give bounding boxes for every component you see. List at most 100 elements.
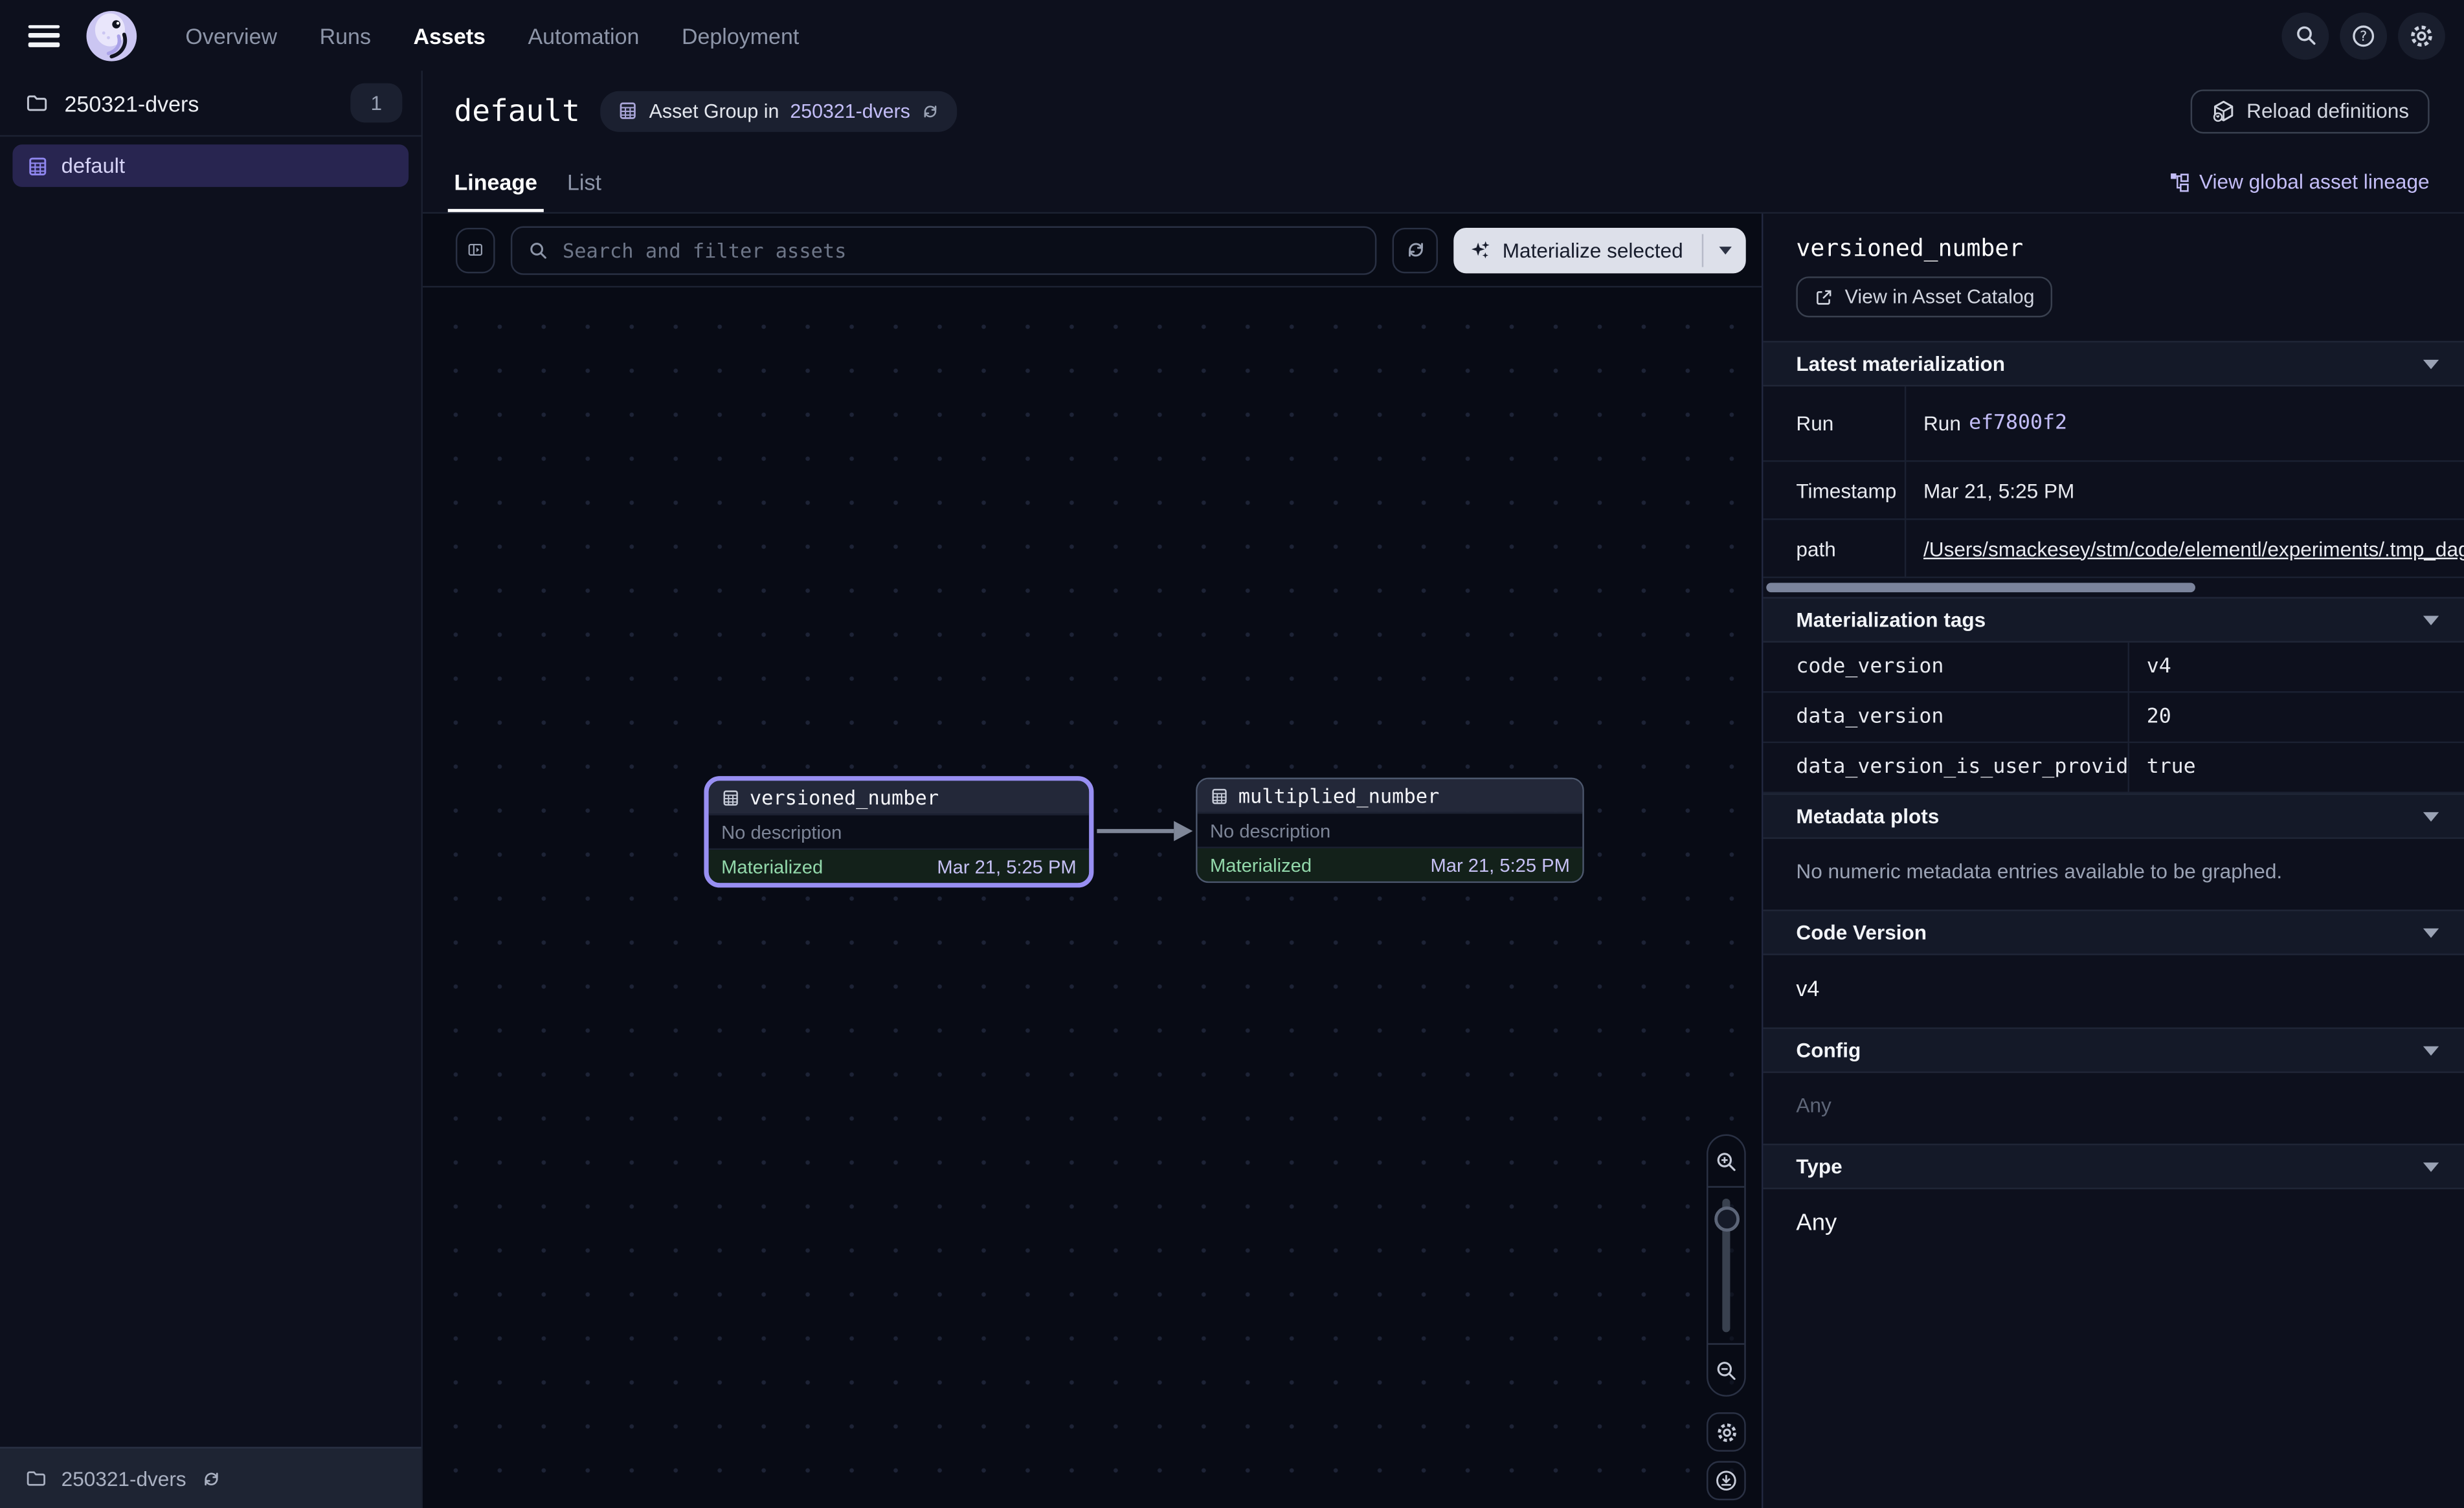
row-label-timestamp: Timestamp [1763,462,1906,520]
asset-group-icon [27,155,49,177]
zoom-out-button[interactable] [1708,1343,1744,1395]
tag-key: data_version_is_user_provided [1763,743,2129,793]
view-in-asset-catalog-button[interactable]: View in Asset Catalog [1796,276,2052,317]
asset-node-description: No description [709,814,1089,850]
badge-prefix: Asset Group in [649,100,779,122]
nav-deployment[interactable]: Deployment [682,23,799,48]
asset-node-description: No description [1198,812,1583,848]
caret-down-icon [1718,246,1730,254]
horizontal-scrollbar [1763,578,2464,597]
nav-automation[interactable]: Automation [528,23,639,48]
lineage-graph[interactable]: versioned_number No description Material… [423,287,1762,1508]
sparkle-icon [1470,239,1492,261]
scrollbar-thumb[interactable] [1766,583,2195,593]
view-global-lineage-link[interactable]: View global asset lineage [2167,170,2429,193]
config-value: Any [1763,1073,2464,1144]
refresh-graph-button[interactable] [1393,227,1438,272]
sidebar-footer[interactable]: 250321-dvers [0,1447,421,1508]
asset-node-versioned-number[interactable]: versioned_number No description Material… [704,776,1093,887]
sidebar-item-default[interactable]: default [12,144,409,187]
asset-group-icon [618,100,638,121]
refresh-icon[interactable] [921,102,940,120]
nav-runs[interactable]: Runs [320,23,371,48]
materialize-split-button: Materialize selected [1454,227,1746,272]
tab-list[interactable]: List [567,151,601,212]
dagster-logo-icon[interactable] [85,8,139,62]
table-icon [721,788,740,806]
repo-count-badge: 1 [350,83,402,123]
row-value-timestamp: Mar 21, 5:25 PM [1906,462,2464,520]
zoom-out-icon [1714,1358,1738,1381]
asset-node-header: versioned_number [709,781,1089,814]
menu-icon[interactable] [28,25,60,47]
row-label-run: Run [1763,386,1906,462]
tab-lineage[interactable]: Lineage [454,151,537,212]
caret-down-icon [2423,1162,2439,1171]
asset-node-header: multiplied_number [1198,779,1583,812]
section-metadata-plots[interactable]: Metadata plots [1763,793,2464,839]
asset-node-name: multiplied_number [1238,784,1440,807]
asset-search-box[interactable] [511,225,1377,274]
refresh-icon[interactable] [200,1468,221,1489]
section-config[interactable]: Config [1763,1027,2464,1072]
asset-node-status-row: Materialized Mar 21, 5:25 PM [1198,848,1583,882]
materialization-time: Mar 21, 5:25 PM [937,856,1076,878]
zoom-slider[interactable] [1708,1188,1744,1343]
arrow-down-circle-icon [1714,1469,1738,1492]
download-view-button[interactable] [1707,1461,1746,1500]
tag-value: 20 [2129,693,2464,743]
asset-search-input[interactable] [559,236,1360,263]
settings-button[interactable] [2398,12,2445,59]
nav-overview[interactable]: Overview [185,23,277,48]
materialize-dropdown-button[interactable] [1703,227,1746,272]
canvas-toolbar: Materialize selected [423,214,1762,287]
tag-value: v4 [2129,643,2464,693]
dagster-app: Overview Runs Assets Automation Deployme… [0,0,2464,1508]
help-button[interactable] [2340,12,2387,59]
footer-repo-name: 250321-dvers [62,1467,186,1490]
materialization-tags-table: code_version v4 data_version 20 data_ver… [1763,643,2464,793]
tag-key: code_version [1763,643,2129,693]
metadata-plots-empty-text: No numeric metadata entries available to… [1763,839,2464,909]
section-code-version[interactable]: Code Version [1763,909,2464,955]
sidebar-item-label: default [62,154,125,177]
materialize-button[interactable]: Materialize selected [1454,227,1702,272]
reload-definitions-button[interactable]: Reload definitions [2190,89,2430,133]
caret-down-icon [2423,812,2439,821]
caret-down-icon [2423,1045,2439,1055]
type-value: Any [1763,1189,2464,1263]
path-link[interactable]: /Users/smackesey/stm/code/elementl/exper… [1923,537,2464,560]
run-id-link[interactable]: ef7800f2 [1969,412,2067,435]
asset-group-badge[interactable]: Asset Group in 250321-dvers [600,91,957,131]
caret-down-icon [2423,927,2439,937]
graph-settings-button[interactable] [1707,1412,1746,1452]
asset-node-multiplied-number[interactable]: multiplied_number No description Materia… [1196,778,1584,883]
row-value-path: /Users/smackesey/stm/code/elementl/exper… [1906,520,2464,578]
reload-definitions-icon [2210,98,2235,124]
latest-materialization-table: Run Run ef7800f2 Timestamp Mar 21, 5:25 … [1763,386,2464,578]
search-button[interactable] [2281,12,2329,59]
badge-repo-link[interactable]: 250321-dvers [790,100,910,122]
section-materialization-tags[interactable]: Materialization tags [1763,597,2464,642]
zoom-slider-thumb[interactable] [1714,1206,1740,1232]
gear-icon [1715,1421,1737,1443]
row-value-run: Run ef7800f2 [1906,386,2464,462]
status-badge: Materialized [721,856,823,878]
section-latest-materialization[interactable]: Latest materialization [1763,341,2464,386]
help-icon [2351,23,2376,48]
caret-down-icon [2423,615,2439,625]
zoom-in-button[interactable] [1708,1136,1744,1188]
zoom-in-icon [1714,1149,1738,1173]
tag-key: data_version [1763,693,2129,743]
nav-assets[interactable]: Assets [413,23,485,48]
collapse-panel-button[interactable] [456,227,495,272]
zoom-controls [1707,1135,1746,1397]
lineage-canvas: Materialize selected versioned_number [423,214,1762,1508]
tabs-row: Lineage List View global asset lineage [423,151,2464,214]
main-content: default Asset Group in 250321-dvers Relo… [423,71,2464,1508]
caret-down-icon [2423,359,2439,369]
panel-asset-title: versioned_number [1796,234,2431,263]
lineage-icon [2167,170,2190,192]
section-type[interactable]: Type [1763,1144,2464,1189]
sidebar-repo-row[interactable]: 250321-dvers 1 [0,71,421,137]
